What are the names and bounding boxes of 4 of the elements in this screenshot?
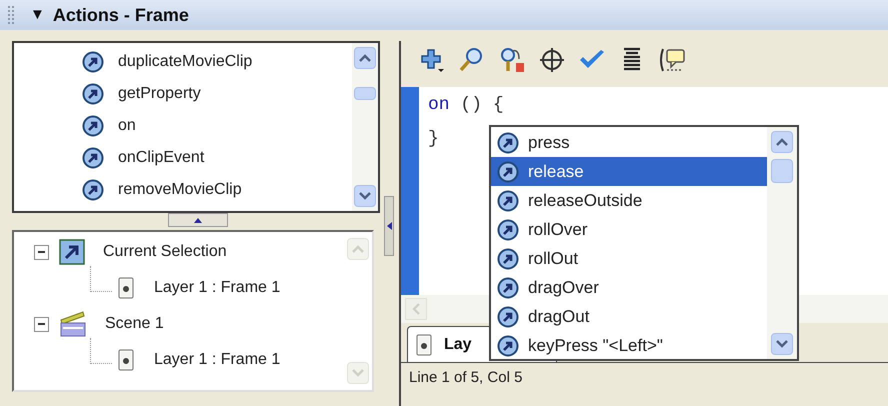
status-text: Line 1 of 5, Col 5 — [408, 368, 524, 388]
code-line: } — [428, 128, 440, 151]
code-line: on () { — [428, 94, 504, 117]
panel-title: Actions - Frame — [52, 4, 189, 26]
